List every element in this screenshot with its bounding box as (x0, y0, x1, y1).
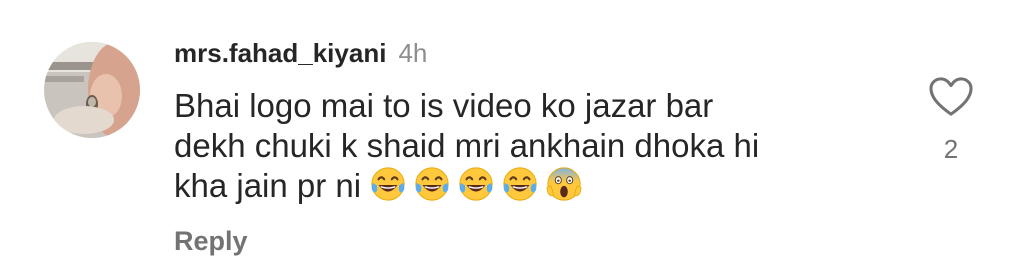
comment-text-line: dekh chuki k shaid mri ankhain dhoka hi (174, 127, 760, 164)
like-count: 2 (943, 134, 959, 164)
face-with-tears-of-joy-icon (503, 167, 537, 201)
face-screaming-in-fear-icon (546, 167, 582, 201)
username-link[interactable]: mrs.fahad_kiyani (174, 38, 386, 69)
avatar[interactable] (44, 42, 140, 138)
avatar-image (44, 42, 140, 138)
comment-item: mrs.fahad_kiyani 4h Bhai logo mai to is … (0, 0, 1024, 277)
face-with-tears-of-joy-icon (459, 167, 493, 201)
reply-button[interactable]: Reply (174, 226, 248, 257)
comment-text-line: Bhai logo mai to is video ko jazar bar (174, 87, 714, 124)
heart-icon[interactable] (928, 76, 974, 118)
emoji-row (369, 165, 589, 203)
face-with-tears-of-joy-icon (371, 167, 405, 201)
comment-timestamp: 4h (398, 38, 428, 68)
comment-text-line-content: kha jain pr ni (174, 167, 362, 204)
comment-text-line-last: kha jain pr ni (174, 166, 894, 207)
comment-header: mrs.fahad_kiyani 4h (174, 38, 427, 72)
like-column: 2 (924, 76, 978, 165)
comment-text: Bhai logo mai to is video ko jazar bar d… (174, 86, 894, 207)
face-with-tears-of-joy-icon (415, 167, 449, 201)
